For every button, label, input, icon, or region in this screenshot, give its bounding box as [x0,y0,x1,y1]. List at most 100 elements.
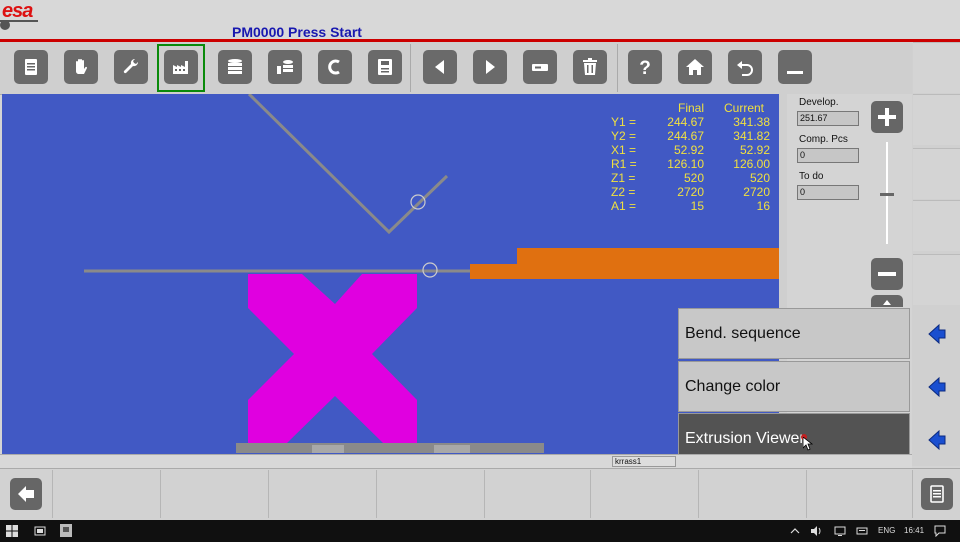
status-user-cell: krrass1 [612,456,676,467]
remove-button[interactable] [523,50,557,84]
right-cell[interactable] [913,94,960,145]
value-label: Y2 = [611,129,637,143]
document-button[interactable] [14,50,48,84]
c-mode-button[interactable] [318,50,352,84]
menu-label: Bend. sequence [685,324,801,342]
notification-icon[interactable] [934,525,946,537]
workpiece [470,248,779,279]
menu-label: Extrusion Viewer [685,429,805,447]
status-bar [0,454,912,469]
minimize-icon [787,71,803,74]
current-value: 341.82 [733,129,770,143]
final-value: 2720 [677,185,704,199]
mouse-cursor-icon [803,437,813,451]
right-cell[interactable] [913,148,960,199]
current-value: 52.92 [739,143,770,157]
bent-sheet [247,94,449,235]
right-cell[interactable] [913,42,960,93]
previous-button[interactable] [423,50,457,84]
tool-die [248,274,417,444]
trash-icon [583,58,597,75]
bottom-separator [268,470,269,518]
triangle-right-icon [486,60,495,74]
increase-button[interactable] [871,101,903,133]
minimize-button[interactable] [778,50,812,84]
settings-button[interactable] [114,50,148,84]
clock[interactable]: 16:41 [904,526,924,535]
comp-pcs-field[interactable]: 0 [797,148,859,163]
bottom-separator [806,470,807,518]
bottom-bar [0,468,960,521]
scroll-up-button[interactable] [871,295,903,307]
database-button[interactable] [218,50,252,84]
final-value: 520 [683,171,704,185]
save-button[interactable] [368,50,402,84]
page-title: PM0000 Press Start [232,24,362,40]
document-icon [25,59,37,75]
next-button[interactable] [473,50,507,84]
database-split-icon [277,60,293,74]
svg-text:?: ? [639,58,651,78]
current-value: 520 [749,171,770,185]
undo-button[interactable] [728,50,762,84]
bottom-separator [484,470,485,518]
minus-icon [878,272,896,276]
home-icon [686,59,704,75]
save-icon [378,59,392,75]
value-label: Z2 = [611,185,636,199]
language-indicator[interactable]: ENG [878,526,895,535]
arrow-left-icon[interactable] [925,428,949,452]
back-button[interactable] [10,478,42,510]
logo-dot [0,20,10,30]
undo-icon [737,61,753,76]
current-value: 2720 [743,185,770,199]
bottom-separator [376,470,377,518]
home-button[interactable] [678,50,712,84]
task-view-icon[interactable] [34,525,46,537]
menu-change-color[interactable]: Change color [678,361,910,412]
production-button[interactable] [164,50,198,84]
develop-field[interactable]: 251.67 [797,111,859,126]
app-taskbar-icon[interactable] [60,524,72,537]
arrow-left-icon[interactable] [925,375,949,399]
final-value: 244.67 [667,115,704,129]
value-label: Y1 = [611,115,637,129]
help-button[interactable]: ? [628,50,662,84]
die-base-segment [312,445,344,453]
database-stack-icon [228,59,242,74]
bottom-separator [698,470,699,518]
todo-label: To do [799,171,824,182]
arrow-left-icon[interactable] [925,322,949,346]
bottom-separator [590,470,591,518]
bottom-separator [52,470,53,518]
value-label: X1 = [611,143,637,157]
database-split-button[interactable] [268,50,302,84]
right-cell[interactable] [913,200,960,251]
menu-label: Change color [685,377,781,395]
app-header [0,0,960,42]
final-header: Final [678,101,705,115]
value-label: Z1 = [611,171,636,185]
network-icon[interactable] [834,525,846,537]
arrow-back-icon [18,486,34,502]
chevron-up-icon [883,300,891,305]
slider-handle[interactable] [880,193,894,196]
windows-start-icon[interactable] [6,525,18,537]
develop-label: Develop. [799,97,839,108]
keyboard-icon[interactable] [856,525,868,537]
triangle-left-icon [435,60,444,74]
chevron-up-icon[interactable] [790,526,800,536]
right-cell[interactable] [913,254,960,305]
todo-field[interactable]: 0 [797,185,859,200]
volume-icon[interactable] [810,525,822,537]
list-button[interactable] [921,478,953,510]
question-icon: ? [639,58,651,78]
delete-button[interactable] [573,50,607,84]
value-label: R1 = [611,157,637,171]
menu-bend-sequence[interactable]: Bend. sequence [678,308,910,359]
bottom-separator [160,470,161,518]
comp-pcs-label: Comp. Pcs [799,134,848,145]
hand-button[interactable] [64,50,98,84]
factory-icon [173,61,188,74]
decrease-button[interactable] [871,258,903,290]
